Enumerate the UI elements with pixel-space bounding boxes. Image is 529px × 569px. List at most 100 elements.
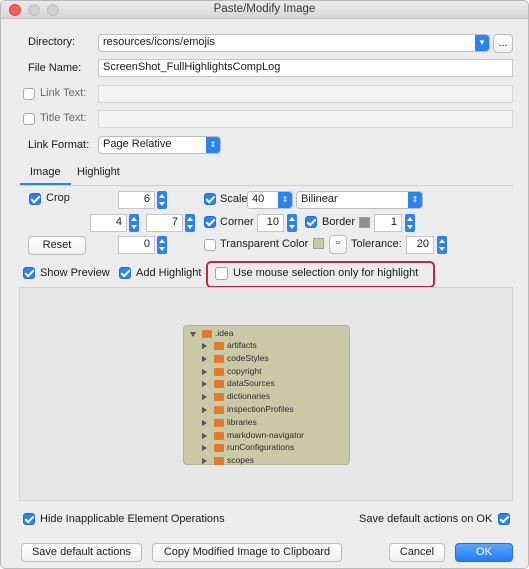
border-checkbox[interactable] [305, 216, 317, 228]
title-text-input[interactable] [98, 110, 513, 128]
add-highlight-checkbox[interactable] [119, 267, 131, 279]
scale-checkbox[interactable] [204, 193, 216, 205]
folder-icon [214, 444, 224, 453]
crop-right-input[interactable]: 7 [146, 214, 183, 232]
border-color-swatch[interactable] [359, 217, 370, 228]
tab-image[interactable]: Image [20, 166, 71, 185]
transparent-color-swatch[interactable] [313, 238, 324, 249]
tolerance-label: Tolerance: [351, 238, 402, 250]
link-text-label: Link Text: [40, 87, 87, 99]
paste-modify-image-dialog: Paste/Modify Image Directory: resources/… [0, 0, 529, 569]
tree-item-label: dictionaries [227, 391, 270, 402]
up-down-icon: ⇕ [408, 192, 422, 208]
mouse-selection-checkbox[interactable] [215, 267, 228, 280]
tree-item-label: artifacts [227, 340, 257, 350]
border-spinner[interactable] [405, 214, 415, 232]
up-down-icon: ⇕ [206, 137, 220, 153]
corner-label: Corner [220, 216, 254, 228]
transparent-color-label: Transparent Color [220, 238, 309, 250]
collapsed-arrow-icon [202, 394, 207, 401]
reset-button[interactable]: Reset [28, 236, 86, 255]
tolerance-input[interactable]: 20 [406, 236, 434, 254]
tab-divider [19, 185, 513, 186]
scale-label: Scale [220, 193, 248, 205]
crop-bottom-input[interactable]: 0 [118, 236, 155, 254]
directory-label: Directory: [28, 36, 76, 48]
tree-item-label: codeStyles [227, 352, 269, 363]
crop-top-spinner[interactable] [157, 191, 167, 209]
file-name-label: File Name: [28, 62, 82, 74]
tree-root-label: .idea [215, 328, 234, 338]
folder-icon [214, 393, 224, 402]
hide-inapplicable-label: Hide Inapplicable Element Operations [40, 513, 225, 525]
directory-select[interactable]: resources/icons/emojis ▼ [98, 34, 490, 52]
collapsed-arrow-icon [202, 407, 207, 413]
hide-inapplicable-checkbox[interactable] [23, 513, 35, 525]
save-default-checkbox[interactable] [498, 513, 510, 525]
tree-item-label: libraries [227, 416, 257, 427]
scale-method-select[interactable]: Bilinear ⇕ [296, 191, 423, 209]
collapsed-arrow-icon [202, 445, 207, 452]
folder-icon [214, 431, 224, 440]
corner-checkbox[interactable] [204, 216, 216, 228]
scale-select[interactable]: 40 ⇕ [247, 191, 293, 209]
pick-color-button[interactable]: ▫ [329, 235, 347, 254]
corner-spinner[interactable] [287, 214, 297, 232]
folder-icon [214, 354, 224, 363]
file-name-input[interactable]: ScreenShot_FullHighlightsCompLog [98, 59, 513, 77]
collapsed-arrow-icon [202, 419, 207, 426]
tab-highlight[interactable]: Highlight [77, 166, 120, 178]
show-preview-checkbox[interactable] [23, 267, 35, 279]
link-format-select[interactable]: Page Relative ⇕ [98, 136, 221, 154]
link-format-value: Page Relative [103, 138, 172, 150]
preview-image: .idea artifacts codeStyles copyright dat… [183, 325, 350, 466]
crop-left-spinner[interactable] [129, 214, 139, 232]
folder-icon [214, 457, 224, 466]
directory-value: resources/icons/emojis [103, 36, 215, 48]
folder-icon [214, 418, 224, 427]
ok-button[interactable]: OK [455, 543, 513, 562]
folder-icon [214, 367, 224, 376]
mouse-selection-label: Use mouse selection only for highlight [233, 267, 419, 279]
tree-item-label: dataSources [227, 378, 275, 389]
window-title: Paste/Modify Image [213, 3, 316, 15]
show-preview-label: Show Preview [40, 267, 110, 279]
folder-icon [202, 330, 212, 338]
crop-top-input[interactable]: 6 [118, 191, 155, 209]
tree-item-label: inspectionProfiles [227, 404, 294, 414]
crop-left-input[interactable]: 4 [90, 214, 127, 232]
border-label: Border [322, 216, 356, 228]
corner-input[interactable]: 10 [257, 214, 284, 232]
link-text-input[interactable] [98, 85, 513, 103]
collapsed-arrow-icon [202, 368, 207, 375]
transparent-color-checkbox[interactable] [204, 239, 216, 251]
browse-button[interactable]: ... [493, 34, 513, 53]
save-default-actions-button[interactable]: Save default actions [21, 543, 142, 562]
collapsed-arrow-icon [202, 381, 207, 388]
tree-item-label: copyright [227, 365, 262, 376]
tolerance-spinner[interactable] [437, 236, 447, 254]
copy-to-clipboard-button[interactable]: Copy Modified Image to Clipboard [152, 543, 342, 562]
link-format-label: Link Format: [28, 139, 90, 151]
collapsed-arrow-icon [202, 432, 207, 439]
title-text-label: Title Text: [40, 112, 87, 124]
collapsed-arrow-icon [202, 343, 207, 349]
link-text-checkbox[interactable] [23, 88, 35, 100]
border-width-input[interactable]: 1 [374, 214, 402, 232]
title-bar: Paste/Modify Image [1, 1, 528, 19]
title-text-checkbox[interactable] [23, 113, 35, 125]
scale-method-value: Bilinear [301, 193, 338, 205]
save-default-label: Save default actions on OK [359, 513, 493, 525]
folder-icon [214, 380, 224, 389]
square-icon: ▫ [336, 237, 340, 249]
crop-label: Crop [46, 192, 70, 204]
folder-icon [214, 342, 224, 350]
chevron-down-icon: ▼ [475, 35, 489, 51]
cancel-button[interactable]: Cancel [389, 543, 445, 562]
crop-bottom-spinner[interactable] [157, 236, 167, 254]
tree-item-label: runConfigurations [227, 442, 295, 453]
crop-right-spinner[interactable] [185, 214, 195, 232]
up-down-icon: ⇕ [278, 192, 292, 208]
crop-checkbox[interactable] [29, 193, 41, 205]
expanded-arrow-icon [190, 332, 196, 337]
